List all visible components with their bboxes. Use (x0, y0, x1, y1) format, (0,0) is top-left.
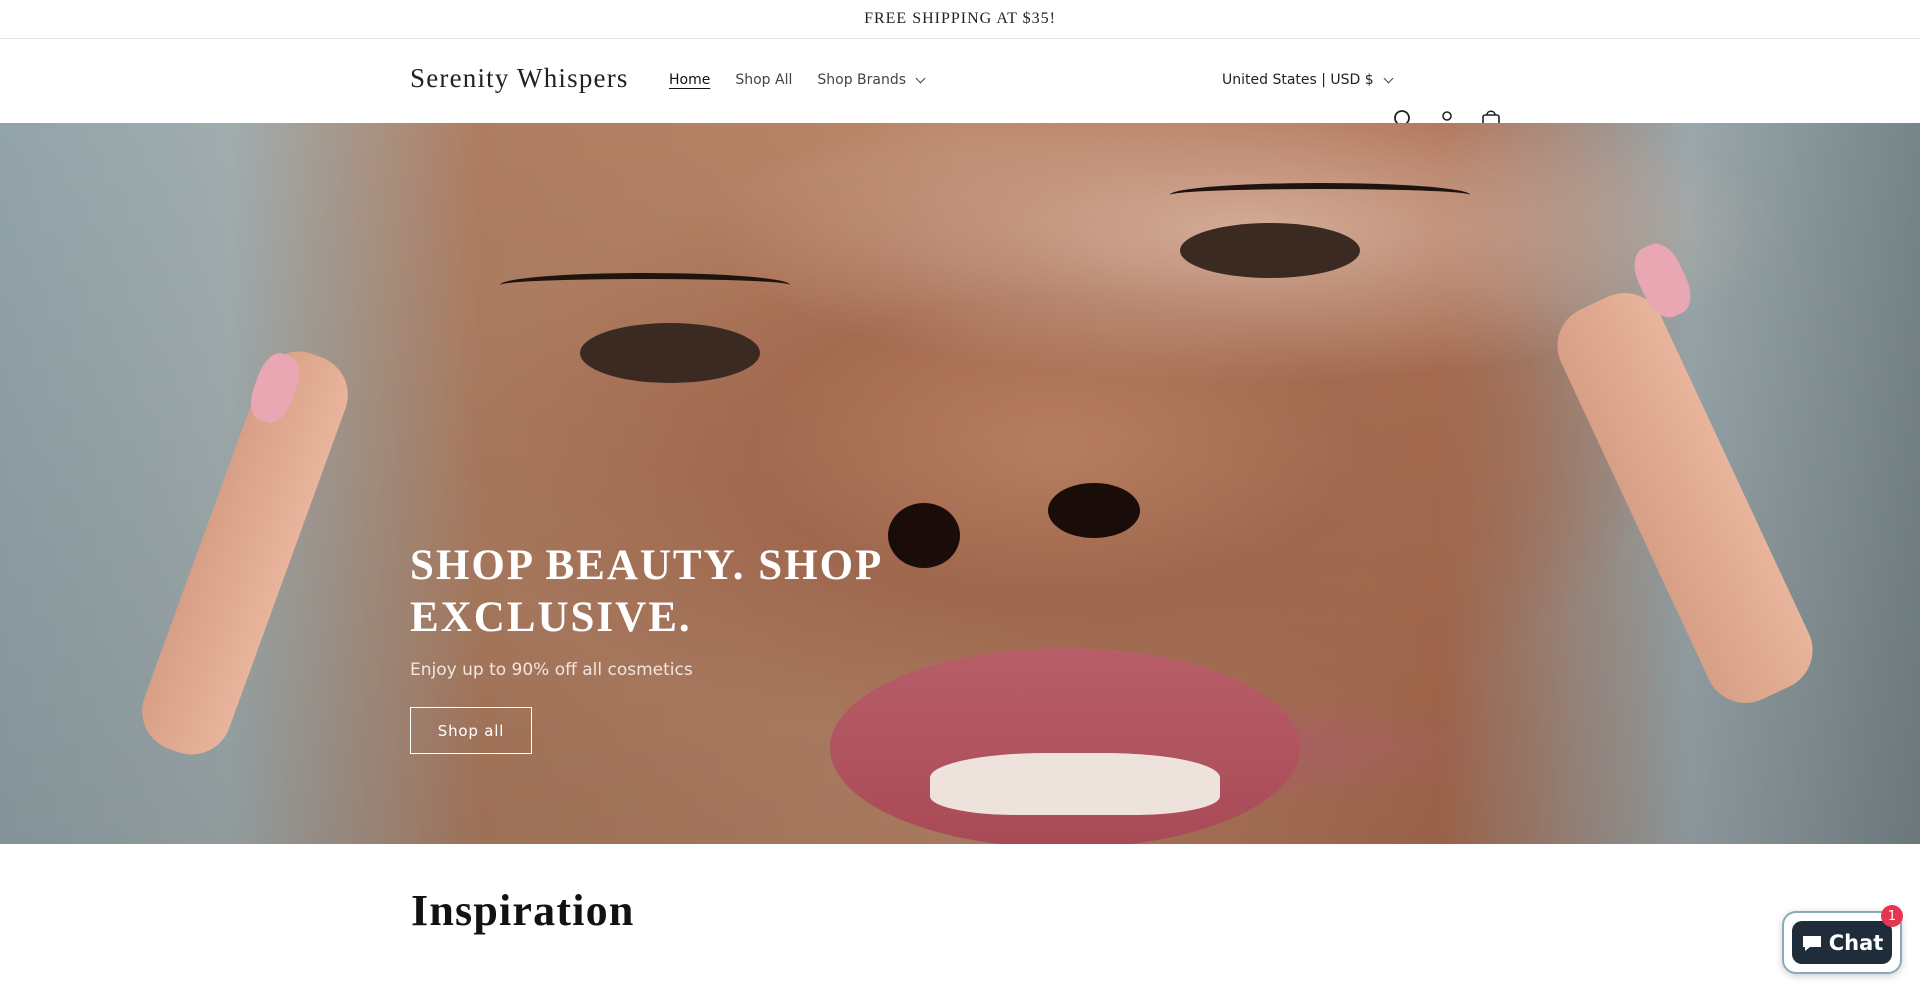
hero-nostril (1048, 483, 1140, 538)
hero-eye (1180, 223, 1360, 278)
chat-button[interactable]: Chat (1792, 921, 1892, 964)
site-header: Serenity Whispers Home Shop All Shop Bra… (0, 39, 1920, 130)
chat-label: Chat (1828, 930, 1884, 955)
chat-bubble-icon (1802, 935, 1821, 951)
country-selector[interactable]: United States | USD $ (1222, 72, 1394, 88)
hero-eye (580, 323, 760, 383)
main-nav: Home Shop All Shop Brands (669, 72, 949, 88)
hero-subtitle: Enjoy up to 90% off all cosmetics (410, 660, 693, 680)
chat-badge: 1 (1881, 905, 1903, 927)
shop-all-button[interactable]: Shop all (410, 707, 532, 754)
hero-title: SHOP BEAUTY. SHOP EXCLUSIVE. (410, 542, 881, 641)
nav-item-home[interactable]: Home (669, 72, 710, 88)
announcement-text: FREE SHIPPING AT $35! (864, 10, 1056, 27)
nav-item-shop-brands-label: Shop Brands (817, 72, 907, 88)
hero-lash (500, 273, 790, 297)
nav-item-shop-all[interactable]: Shop All (735, 72, 792, 88)
section-title: Inspiration (411, 886, 635, 935)
hero-teeth (930, 753, 1220, 815)
hero-banner: SHOP BEAUTY. SHOP EXCLUSIVE. Enjoy up to… (0, 123, 1920, 844)
announcement-bar: FREE SHIPPING AT $35! (0, 0, 1920, 39)
chevron-down-icon (915, 73, 926, 83)
chevron-down-icon (1383, 73, 1394, 83)
hero-lash (1170, 183, 1470, 207)
nav-item-shop-brands[interactable]: Shop Brands (817, 72, 926, 88)
site-logo[interactable]: Serenity Whispers (410, 63, 629, 94)
country-selector-label: United States | USD $ (1222, 72, 1374, 88)
